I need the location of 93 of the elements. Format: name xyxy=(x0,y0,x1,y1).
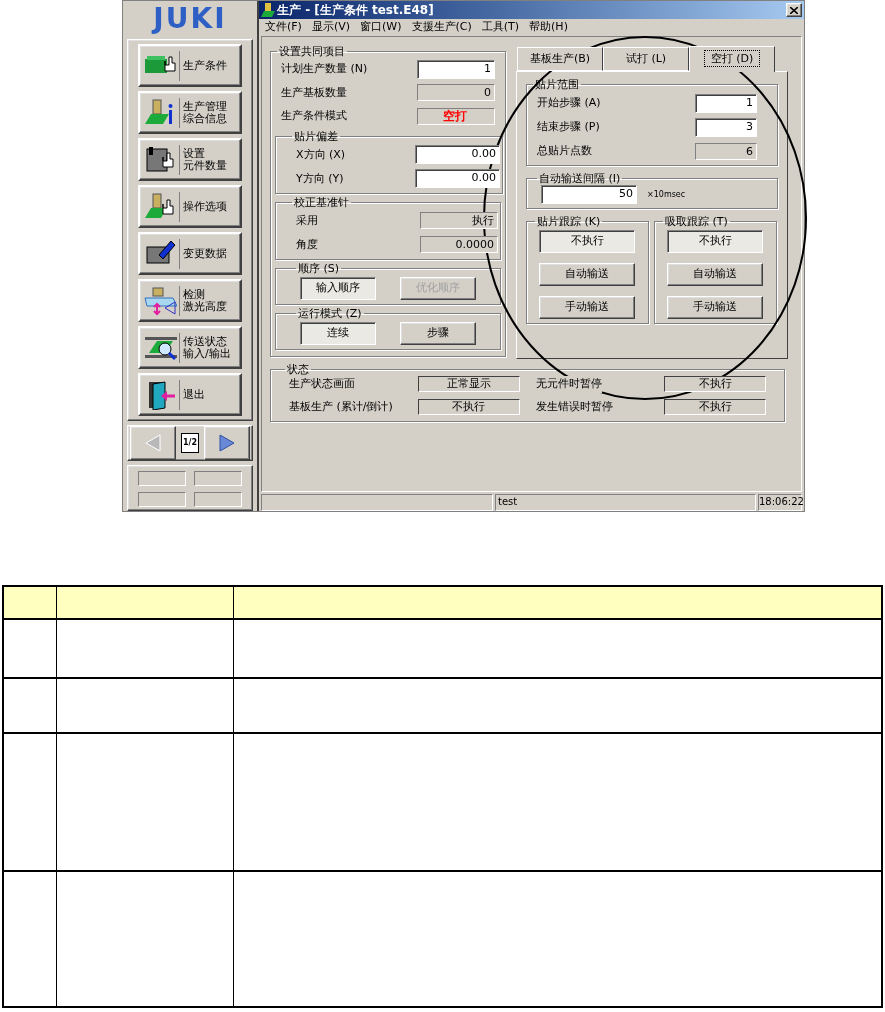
field-label: 基板生产 (累计/倒计) xyxy=(289,398,393,415)
toggle-button[interactable]: 手动输送 xyxy=(539,296,635,319)
field-label: 角度 xyxy=(296,236,318,253)
logo: JUKI xyxy=(153,5,227,33)
group-title: 贴片跟踪 (K) xyxy=(536,215,602,228)
blank-slot xyxy=(194,471,242,486)
toggle-button[interactable]: 手动输送 xyxy=(667,296,763,319)
status-value: 不执行 xyxy=(664,398,766,415)
toggle-button[interactable]: 自动输送 xyxy=(539,263,635,286)
toggle-button[interactable]: 自动输送 xyxy=(667,263,763,286)
input-field[interactable]: 1 xyxy=(417,60,495,80)
field-label: 开始步骤 (A) xyxy=(537,94,601,111)
readonly-field: 0.0000 xyxy=(420,236,498,254)
tab[interactable]: 基板生产(B) xyxy=(517,47,603,71)
group-title: 运行模式 (Z) xyxy=(297,307,363,320)
toggle-button[interactable]: 不执行 xyxy=(539,230,635,253)
readonly-field: 6 xyxy=(695,142,757,160)
button-label: 生产管理 xyxy=(183,100,227,113)
window-title: 生产 - [生产条件 test.E48] xyxy=(277,2,434,19)
readonly-field: 执行 xyxy=(420,212,498,230)
button-label: 检测 xyxy=(183,288,205,301)
group-title: 状态 xyxy=(286,363,310,376)
unit-label: ×10msec xyxy=(647,188,686,201)
input-field[interactable]: 50 xyxy=(541,185,637,204)
chip-hand-icon xyxy=(143,144,177,175)
input-field[interactable]: 0.00 xyxy=(415,145,500,165)
field-label: 总贴片点数 xyxy=(537,142,592,159)
close-button[interactable] xyxy=(786,3,802,17)
menu-item[interactable]: 窗口(W) xyxy=(360,18,402,36)
menu-item[interactable]: 显示(V) xyxy=(311,18,351,36)
button-label: 生产条件 xyxy=(183,59,227,72)
toggle-button[interactable]: 输入顺序 xyxy=(300,277,376,300)
sidebar-button[interactable]: 传送状态 输入/输出 xyxy=(138,326,242,369)
group-title: 顺序 (S) xyxy=(297,262,341,275)
field-label: 计划生产数量 (N) xyxy=(281,61,368,78)
blank-slot xyxy=(194,492,242,507)
group-title: 校正基准针 xyxy=(293,196,350,209)
toggle-button[interactable]: 不执行 xyxy=(667,230,763,253)
sidebar-button[interactable]: 设置 元件数量 xyxy=(138,138,242,181)
button-label: 激光高度 xyxy=(183,300,227,313)
field-label: 生产条件模式 xyxy=(281,108,347,125)
button-label: 设置 xyxy=(183,147,205,160)
tab[interactable]: 试打 (L) xyxy=(603,47,689,71)
button-label: 传送状态 xyxy=(183,335,227,348)
field-label: 无元件时暂停 xyxy=(535,376,602,393)
menu-item[interactable]: 支援生产(C) xyxy=(411,18,472,36)
laser-sensor-icon xyxy=(143,285,177,316)
status-bar-text: test xyxy=(495,494,756,511)
sidebar-button[interactable]: 操作选项 xyxy=(138,185,242,228)
page-indicator: 1/2 xyxy=(180,433,200,453)
button-label: 变更数据 xyxy=(183,247,227,260)
group-title: 自动输送间隔 (I) xyxy=(538,172,622,185)
menu-item[interactable]: 帮助(H) xyxy=(529,18,568,36)
status-value: 正常显示 xyxy=(417,376,520,393)
group-title: 贴片偏差 xyxy=(293,130,339,143)
input-field[interactable]: 0.00 xyxy=(415,169,500,189)
close-icon xyxy=(790,6,798,14)
input-field[interactable]: 1 xyxy=(695,93,757,113)
field-label: 生产基板数量 xyxy=(281,84,347,101)
button-label: 综合信息 xyxy=(183,112,227,125)
next-page-button[interactable] xyxy=(204,426,250,460)
button-label: 元件数量 xyxy=(183,159,227,172)
readonly-field: 0 xyxy=(417,84,495,102)
button-label: 操作选项 xyxy=(183,200,227,213)
menu-item[interactable]: 工具(T) xyxy=(481,18,520,36)
status-value: 不执行 xyxy=(664,376,766,393)
input-field[interactable]: 3 xyxy=(695,117,757,137)
group-title: 设置共同项目 xyxy=(278,45,346,58)
sidebar-button[interactable]: 生产条件 xyxy=(138,44,242,87)
sidebar-button[interactable]: 检测 激光高度 xyxy=(138,279,242,322)
field-label: Y方向 (Y) xyxy=(296,170,344,187)
field-label: 发生错误时暂停 xyxy=(535,398,613,415)
group-title: 吸取跟踪 (T) xyxy=(664,215,729,228)
right-triangle-icon xyxy=(218,433,236,453)
blank-slot xyxy=(138,492,186,507)
field-label: X方向 (X) xyxy=(296,146,346,163)
status-bar-time: 18:06:22 xyxy=(758,494,802,511)
button-label: 输入/输出 xyxy=(183,347,231,360)
field-label: 结束步骤 (P) xyxy=(537,118,600,135)
toggle-button[interactable]: 连续 xyxy=(300,322,376,345)
left-triangle-icon xyxy=(144,433,162,453)
tab[interactable]: 空打 (D) xyxy=(689,46,775,72)
sidebar-button[interactable]: 生产管理 综合信息 xyxy=(138,91,242,134)
blank-slot xyxy=(138,471,186,486)
status-value: 不执行 xyxy=(417,398,520,415)
sidebar-button[interactable]: 变更数据 xyxy=(138,232,242,275)
menu-item[interactable]: 文件(F) xyxy=(265,18,302,36)
field-label: 采用 xyxy=(296,212,318,229)
toggle-button[interactable]: 步骤 xyxy=(400,322,476,345)
button-label: 退出 xyxy=(183,388,205,401)
sidebar-button[interactable]: 退出 xyxy=(138,373,242,416)
machine-icon xyxy=(261,3,275,17)
readonly-field: 空打 xyxy=(417,107,495,125)
